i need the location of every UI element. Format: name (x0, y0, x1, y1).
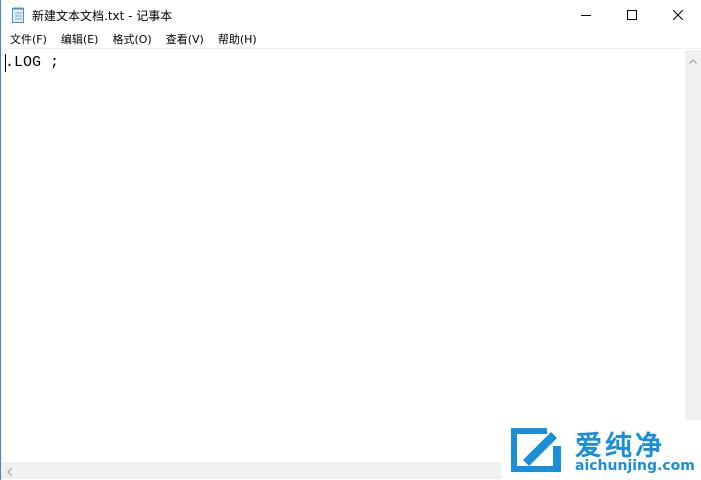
close-icon (673, 9, 683, 20)
editor-content[interactable]: .LOG ; (5, 54, 59, 72)
close-button[interactable] (655, 0, 701, 29)
notepad-window: 新建文本文档.txt - 记事本 文件(F) 编辑(E) 格式(O) 查看(V)… (0, 0, 701, 480)
chevron-left-icon (7, 461, 12, 480)
menu-bar: 文件(F) 编辑(E) 格式(O) 查看(V) 帮助(H) (1, 30, 701, 49)
text-editor[interactable]: .LOG ; (1, 50, 684, 462)
window-title: 新建文本文档.txt - 记事本 (32, 9, 173, 23)
minimize-button[interactable] (563, 0, 609, 29)
watermark-logo-icon (507, 424, 567, 480)
scroll-left-button[interactable] (1, 462, 18, 479)
title-bar[interactable]: 新建文本文档.txt - 记事本 (1, 0, 701, 30)
menu-help[interactable]: 帮助(H) (211, 29, 264, 49)
maximize-button[interactable] (609, 0, 655, 29)
menu-view[interactable]: 查看(V) (159, 29, 211, 49)
vertical-scrollbar[interactable] (685, 50, 701, 462)
scroll-up-button[interactable] (685, 50, 701, 67)
notepad-icon (12, 7, 25, 23)
minimize-icon (581, 10, 591, 20)
maximize-icon (627, 9, 637, 20)
menu-edit[interactable]: 编辑(E) (54, 29, 106, 49)
menu-format[interactable]: 格式(O) (105, 29, 158, 49)
watermark-text-en: aichunjing.com (575, 458, 695, 474)
text-caret (5, 54, 6, 72)
chevron-up-icon (689, 49, 697, 68)
horizontal-scrollbar[interactable] (1, 462, 501, 479)
watermark: 爱纯净 aichunjing.com (501, 420, 701, 480)
menu-file[interactable]: 文件(F) (3, 29, 54, 49)
